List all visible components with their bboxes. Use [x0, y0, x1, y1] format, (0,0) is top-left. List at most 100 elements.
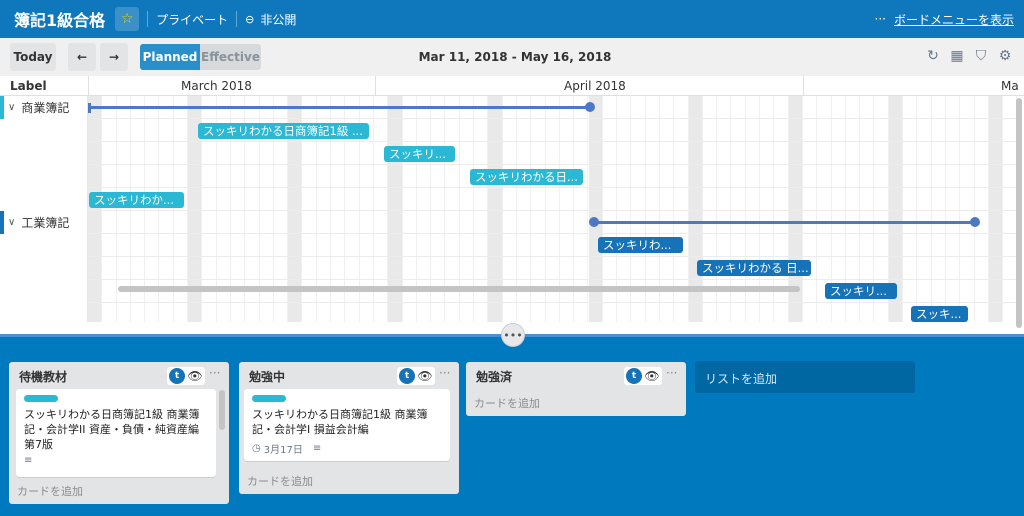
list-scrollbar[interactable] [219, 390, 225, 430]
grid-row-line [88, 279, 1018, 280]
grid-column [102, 96, 117, 322]
summary-start-marker[interactable] [589, 217, 599, 227]
due-date-badge: 3月17日 [263, 445, 303, 456]
list-menu-icon[interactable]: ··· [666, 366, 677, 380]
grid-column [988, 96, 1004, 322]
trello-badge-icon[interactable]: t [626, 368, 642, 384]
list-powerup-icons: t 👁 [624, 366, 662, 386]
list-title[interactable]: 勉強済 [476, 368, 512, 385]
task-bar[interactable]: スッキ... [911, 306, 968, 322]
add-card-link[interactable]: カードを追加 [17, 483, 83, 499]
trello-badge-icon[interactable]: t [169, 368, 185, 384]
card-title-line: 記・会計学II 資産・負債・純資産編 [24, 423, 199, 436]
add-card-link[interactable]: カードを追加 [474, 395, 540, 411]
list-in-progress: 勉強中 t 👁 ··· スッキリわかる日商簿記1級 商業簿 記・会計学I 損益会… [239, 362, 459, 494]
powerup-badge: t 👁 [167, 367, 205, 385]
group-summary-bar[interactable] [593, 221, 977, 224]
prev-button[interactable]: ← [68, 43, 96, 71]
task-bar[interactable]: スッキリわかる日商簿記1級 ... [198, 123, 369, 139]
settings-icon[interactable]: ⚙ [996, 47, 1014, 65]
group-row-commercial[interactable]: ∨ 商業簿記 [0, 96, 69, 119]
vertical-scrollbar[interactable] [1016, 98, 1022, 328]
eye-icon[interactable]: 👁 [417, 368, 433, 384]
task-bar[interactable]: スッキリわかる日... [470, 169, 583, 185]
month-divider [803, 76, 804, 96]
list-title[interactable]: 勉強中 [249, 368, 285, 385]
calendar-icon[interactable]: ▦ [948, 47, 966, 65]
grid-column [946, 96, 961, 322]
more-icon[interactable]: ··· [875, 12, 886, 26]
grid-row-line [88, 233, 1018, 234]
task-bar[interactable]: スッキリ... [384, 146, 455, 162]
group-row-industrial[interactable]: ∨ 工業簿記 [0, 211, 69, 234]
card-label [24, 395, 58, 402]
powerup-badge: t 👁 [397, 367, 435, 385]
description-icon: ≡ [312, 443, 322, 454]
grid-column [975, 96, 989, 322]
group-summary-bar[interactable] [88, 106, 590, 109]
header-divider [236, 11, 238, 27]
label-column-header: Label [10, 79, 47, 93]
eye-icon[interactable]: 👁 [644, 368, 660, 384]
month-label: April 2018 [564, 79, 626, 93]
summary-end-marker[interactable] [970, 217, 980, 227]
description-icon: ≡ [24, 455, 33, 466]
board-title[interactable]: 簿記1級合格 [14, 7, 105, 31]
list-menu-icon[interactable]: ··· [439, 366, 450, 380]
add-list-button[interactable]: リストを追加 [695, 361, 915, 393]
task-bar[interactable]: スッキリ... [825, 283, 897, 299]
show-board-menu-link[interactable]: ボードメニューを表示 [894, 11, 1014, 28]
effective-toggle[interactable]: Effective [200, 44, 261, 70]
grid-column [932, 96, 946, 322]
lock-icon: ⊖ [245, 12, 255, 26]
horizontal-scrollbar[interactable] [118, 286, 800, 292]
list-powerup-icons: t 👁 [397, 366, 435, 386]
month-label: Ma [1001, 79, 1019, 93]
month-divider [375, 76, 376, 96]
timeline-header: Label March 2018 April 2018 Ma [0, 76, 1024, 96]
task-bar[interactable]: スッキリわ... [598, 237, 683, 253]
card[interactable]: スッキリわかる日商簿記1級 商業簿 記・会計学II 資産・負債・純資産編 第7版… [16, 389, 216, 477]
grid-row-line [88, 164, 1018, 165]
grid-column [903, 96, 918, 322]
powerup-badge: t 👁 [624, 367, 662, 385]
grid-column [917, 96, 932, 322]
chevron-down-icon[interactable]: ∨ [8, 217, 15, 228]
card-label [252, 395, 286, 402]
next-button[interactable]: → [100, 43, 128, 71]
list-menu-icon[interactable]: ··· [209, 366, 220, 380]
card-title-line: スッキリわかる日商簿記1級 商業簿 [24, 408, 200, 421]
card-title-line: 記・会計学I 損益会計編 [252, 423, 369, 436]
summary-start-marker [88, 103, 91, 113]
add-card-link[interactable]: カードを追加 [247, 473, 313, 489]
grid-row-line [88, 210, 1018, 211]
eye-icon[interactable]: 👁 [187, 368, 203, 384]
star-icon[interactable]: ☆ [115, 7, 140, 31]
grid-column [803, 96, 818, 322]
card-title-line: 第7版 [24, 438, 53, 451]
trello-badge-icon[interactable]: t [399, 368, 415, 384]
team-visibility-label[interactable]: 非公開 [260, 11, 296, 28]
grid-row-line [88, 118, 1018, 119]
today-button[interactable]: Today [10, 43, 56, 71]
grid-column [88, 96, 103, 322]
date-range: Mar 11, 2018 - May 16, 2018 [418, 50, 612, 64]
planned-toggle[interactable]: Planned [140, 44, 200, 70]
board-menu-area: ··· ボードメニューを表示 [875, 0, 1014, 38]
list-done: 勉強済 t 👁 ··· カードを追加 [466, 362, 686, 416]
visibility-label[interactable]: プライベート [156, 11, 228, 28]
card[interactable]: スッキリわかる日商簿記1級 商業簿 記・会計学I 損益会計編 ◷ 3月17日 ≡ [244, 389, 450, 461]
filter-icon[interactable]: ⛉ [972, 47, 990, 65]
card-title: スッキリわかる日商簿記1級 商業簿 記・会計学II 資産・負債・純資産編 第7版 [24, 407, 200, 452]
task-bar[interactable]: スッキリわかる 日... [697, 260, 811, 276]
list-title[interactable]: 待機教材 [19, 368, 67, 385]
clock-icon: ◷ [252, 443, 261, 454]
chevron-down-icon[interactable]: ∨ [8, 102, 15, 113]
board-header: 簿記1級合格 ☆ プライベート ⊖ 非公開 ··· ボードメニューを表示 [0, 0, 1024, 38]
grid-row-line [88, 187, 1018, 188]
refresh-icon[interactable]: ↻ [924, 47, 942, 65]
summary-end-marker[interactable] [585, 102, 595, 112]
resize-handle-icon[interactable]: ••• [501, 323, 525, 347]
label-column: ∨ 商業簿記 ∨ 工業簿記 [0, 96, 88, 322]
task-bar[interactable]: スッキリわか... [89, 192, 184, 208]
